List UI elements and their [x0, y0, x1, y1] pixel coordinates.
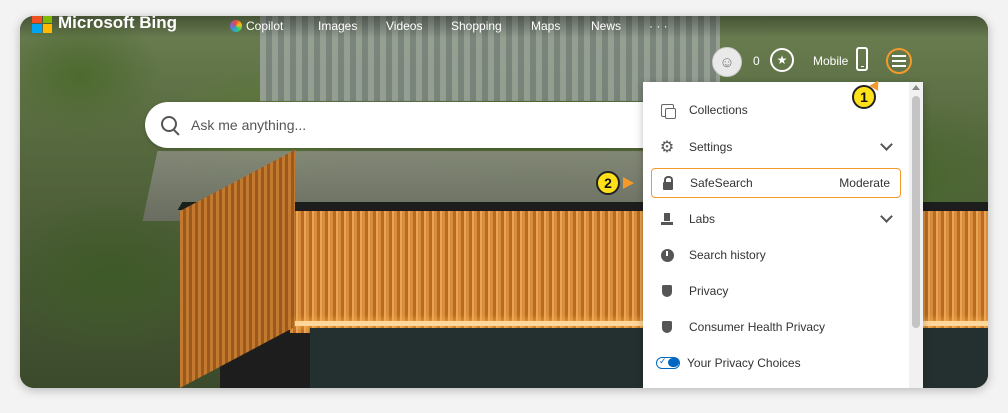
nav-videos[interactable]: Videos: [386, 19, 422, 33]
gear-icon: ⚙: [659, 139, 675, 156]
privacy-toggle-icon: [656, 356, 680, 369]
user-avatar-icon[interactable]: ☺: [712, 47, 742, 77]
microsoft-logo-icon: [32, 16, 52, 33]
callout-badge-1: 1: [852, 85, 876, 109]
nav-maps[interactable]: Maps: [531, 19, 560, 33]
search-input[interactable]: [189, 116, 613, 134]
search-box[interactable]: [145, 102, 665, 148]
callout-badge-2: 2: [596, 171, 620, 195]
menu-item-privacy-choices[interactable]: Your Privacy Choices: [651, 348, 901, 378]
labs-icon: [661, 212, 673, 226]
nav-news[interactable]: News: [591, 19, 621, 33]
shield-icon: [662, 285, 672, 297]
shield-icon: [662, 321, 672, 333]
nav-shopping[interactable]: Shopping: [451, 19, 502, 33]
menu-item-privacy[interactable]: Privacy: [651, 276, 901, 306]
clock-icon: [660, 248, 674, 262]
menu-item-safesearch[interactable]: SafeSearch Moderate: [651, 168, 901, 198]
menu-scrollbar[interactable]: [909, 82, 923, 388]
nav-more[interactable]: · · ·: [649, 19, 668, 33]
menu-item-search-history[interactable]: Search history: [651, 240, 901, 270]
callout-pointer-2: [623, 177, 634, 189]
menu-item-labs[interactable]: Labs: [651, 204, 901, 234]
chevron-down-icon: [880, 210, 893, 223]
mobile-phone-icon[interactable]: [856, 47, 868, 71]
browser-frame: Microsoft Bing Copilot Images Videos Sho…: [20, 16, 988, 388]
copilot-icon: [230, 20, 242, 32]
rewards-points: 0: [753, 54, 760, 68]
rewards-trophy-icon[interactable]: ★: [770, 48, 794, 72]
lock-icon: [663, 175, 673, 190]
collections-icon: [660, 103, 676, 119]
safesearch-value: Moderate: [839, 176, 890, 190]
menu-item-settings[interactable]: ⚙ Settings: [651, 132, 901, 162]
menu-item-consumer-health-privacy[interactable]: Consumer Health Privacy: [651, 312, 901, 342]
bing-logo[interactable]: Microsoft Bing: [32, 16, 177, 33]
search-icon: [161, 116, 179, 134]
scroll-up-icon: [912, 85, 920, 90]
mobile-label[interactable]: Mobile: [813, 54, 848, 68]
nav-copilot[interactable]: Copilot: [230, 19, 283, 33]
brand-name: Microsoft Bing: [58, 16, 177, 32]
settings-dropdown-menu: Collections ⚙ Settings SafeSearch Modera…: [643, 82, 923, 388]
nav-images[interactable]: Images: [318, 19, 357, 33]
hamburger-menu-button[interactable]: [886, 48, 912, 74]
chevron-down-icon: [880, 138, 893, 151]
scrollbar-thumb[interactable]: [912, 96, 920, 328]
